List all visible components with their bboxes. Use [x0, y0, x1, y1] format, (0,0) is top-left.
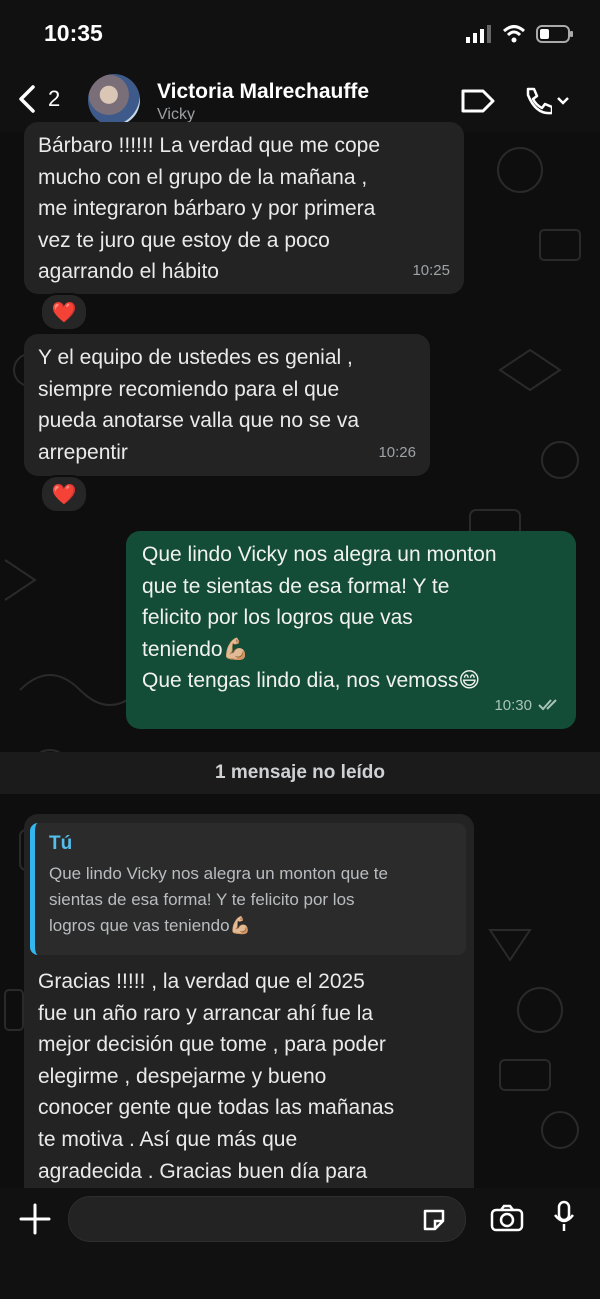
message-reaction[interactable]: ❤️ — [40, 475, 88, 513]
quoted-reply[interactable]: Tú Que lindo Vicky nos alegra un monton … — [30, 823, 466, 955]
header-actions — [460, 86, 570, 116]
message-time: 10:30 — [494, 696, 532, 714]
unread-chats-count: 2 — [48, 86, 61, 111]
quoted-author: Tú — [49, 833, 73, 854]
status-bar: 10:35 — [0, 0, 600, 70]
back-button[interactable]: 2 — [16, 84, 60, 114]
wifi-icon — [502, 25, 526, 43]
status-icons — [466, 24, 574, 44]
heart-reaction-icon: ❤️ — [51, 301, 77, 324]
message-time: 10:25 — [412, 261, 450, 279]
message-reaction[interactable]: ❤️ — [40, 293, 88, 331]
signal-icon — [466, 25, 491, 43]
message-time: 10:26 — [378, 443, 416, 461]
quoted-text: Que lindo Vicky nos alegra un monton que… — [49, 864, 388, 935]
avatar[interactable] — [88, 74, 140, 126]
double-check-icon — [538, 699, 557, 711]
camera-icon[interactable] — [490, 1204, 524, 1232]
message-input-bar — [0, 1188, 600, 1299]
message-text: Que lindo Vicky nos alegra un monton que… — [142, 543, 497, 692]
battery-icon — [536, 25, 573, 43]
message-text: Gracias !!!!! , la verdad que el 2025 fu… — [38, 970, 395, 1183]
message-input[interactable] — [68, 1196, 466, 1242]
message-bubble-outgoing[interactable]: Que lindo Vicky nos alegra un monton que… — [126, 531, 576, 729]
microphone-icon[interactable] — [552, 1200, 576, 1234]
chevron-left-icon — [19, 85, 35, 113]
contact-name[interactable]: Victoria Malrechauffe — [157, 80, 369, 104]
heart-reaction-icon: ❤️ — [51, 483, 77, 506]
unread-messages-banner: 1 mensaje no leído — [0, 752, 600, 794]
status-time: 10:35 — [44, 20, 103, 46]
message-bubble-incoming[interactable]: Bárbaro !!!!!! La verdad que me cope muc… — [24, 122, 464, 294]
message-bubble-incoming[interactable]: Y el equipo de ustedes es genial , siemp… — [24, 334, 430, 476]
message-text: Bárbaro !!!!!! La verdad que me cope muc… — [38, 134, 381, 283]
message-text: Y el equipo de ustedes es genial , siemp… — [38, 346, 360, 464]
plus-icon[interactable] — [18, 1202, 52, 1236]
call-button[interactable] — [522, 86, 570, 116]
sticker-icon[interactable] — [421, 1207, 447, 1233]
phone-icon — [526, 87, 552, 115]
video-call-icon[interactable] — [460, 87, 496, 115]
chevron-down-icon — [557, 97, 569, 105]
